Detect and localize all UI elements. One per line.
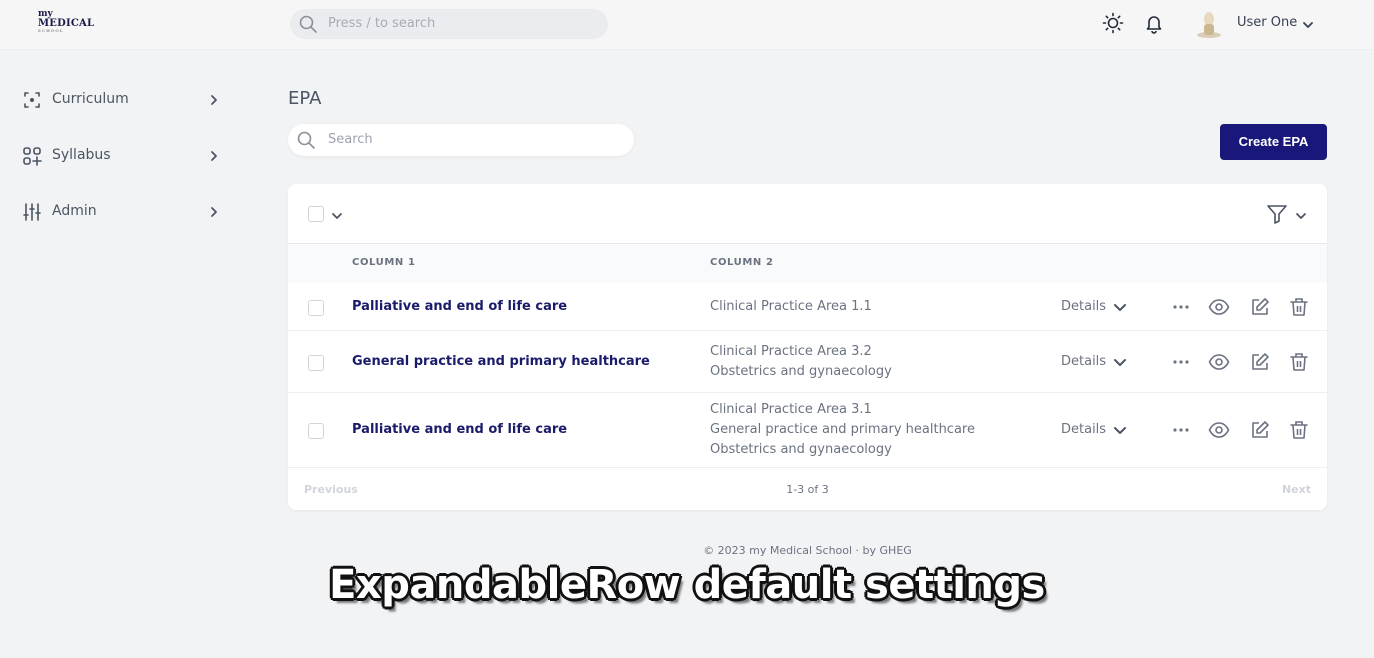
video-caption: ExpandableRow default settings	[329, 562, 1045, 608]
table-row[interactable]: Palliative and end of life care Clinical…	[288, 283, 1327, 331]
details-label: Details	[1061, 299, 1107, 314]
row-title[interactable]: Palliative and end of life care	[352, 299, 567, 314]
curriculum-icon	[22, 90, 42, 114]
details-label: Details	[1061, 354, 1107, 369]
logo-line-3: SCHOOL	[38, 28, 64, 33]
eye-icon[interactable]	[1208, 296, 1230, 322]
col2-line: Obstetrics and gynaecology	[710, 364, 892, 379]
sidebar-item-curriculum[interactable]: Curriculum	[22, 88, 222, 112]
col2-line: Clinical Practice Area 3.2	[710, 344, 872, 359]
logo[interactable]: my MEDICAL SCHOOL	[38, 10, 98, 40]
row-title[interactable]: General practice and primary healthcare	[352, 354, 650, 369]
col2-line: Clinical Practice Area 1.1	[710, 299, 872, 314]
col2-line: Clinical Practice Area 3.1	[710, 402, 872, 417]
create-epa-button[interactable]: Create EPA	[1220, 124, 1327, 160]
more-icon[interactable]	[1172, 421, 1190, 443]
bell-icon[interactable]	[1143, 12, 1165, 38]
details-toggle[interactable]: Details	[1061, 422, 1126, 437]
table-toolbar	[288, 184, 1327, 244]
row-checkbox[interactable]	[308, 355, 324, 371]
top-header: my MEDICAL SCHOOL Press / to search User…	[0, 0, 1374, 50]
more-icon[interactable]	[1172, 298, 1190, 320]
column-header[interactable]: COLUMN 1	[352, 257, 416, 268]
table-header	[288, 244, 1327, 283]
epa-table: COLUMN 1 COLUMN 2 Palliative and end of …	[288, 184, 1327, 510]
chevron-down-icon	[1114, 427, 1126, 434]
pagination-info: 1-3 of 3	[786, 483, 829, 496]
avatar[interactable]	[1196, 10, 1222, 38]
previous-button[interactable]: Previous	[304, 483, 358, 496]
syllabus-icon	[22, 146, 42, 170]
sidebar-item-label: Admin	[52, 203, 97, 219]
details-toggle[interactable]: Details	[1061, 299, 1126, 314]
next-button[interactable]: Next	[1282, 483, 1311, 496]
row-title[interactable]: Palliative and end of life care	[352, 422, 567, 437]
sidebar-item-admin[interactable]: Admin	[22, 200, 222, 224]
pagination: 1-3 of 3 Previous Next	[288, 468, 1327, 510]
global-search-input[interactable]: Press / to search	[290, 9, 608, 39]
sidebar-item-label: Curriculum	[52, 91, 129, 107]
chevron-right-icon	[208, 204, 220, 223]
table-row[interactable]: Palliative and end of life care Clinical…	[288, 393, 1327, 468]
eye-icon[interactable]	[1208, 419, 1230, 445]
edit-icon[interactable]	[1249, 351, 1271, 377]
edit-icon[interactable]	[1249, 296, 1271, 322]
col2-line: General practice and primary healthcare	[710, 422, 975, 437]
row-column-2: Clinical Practice Area 1.1	[710, 297, 872, 317]
sliders-icon	[22, 202, 42, 226]
search-input[interactable]: Search	[288, 124, 634, 156]
sidebar-item-label: Syllabus	[52, 147, 111, 163]
trash-icon[interactable]	[1288, 296, 1310, 322]
user-name[interactable]: User One	[1237, 15, 1297, 30]
search-icon	[296, 130, 316, 154]
edit-icon[interactable]	[1249, 419, 1271, 445]
search-icon	[298, 14, 318, 38]
chevron-down-icon[interactable]	[1302, 16, 1314, 35]
chevron-down-icon[interactable]	[331, 207, 343, 226]
details-toggle[interactable]: Details	[1061, 354, 1126, 369]
eye-icon[interactable]	[1208, 351, 1230, 377]
table-row[interactable]: General practice and primary healthcare …	[288, 331, 1327, 393]
filter-icon[interactable]	[1265, 202, 1289, 230]
chevron-down-icon	[1114, 359, 1126, 366]
copyright: © 2023 my Medical School · by GHEG	[703, 544, 912, 557]
details-label: Details	[1061, 422, 1107, 437]
trash-icon[interactable]	[1288, 419, 1310, 445]
chevron-down-icon[interactable]	[1295, 207, 1307, 226]
more-icon[interactable]	[1172, 353, 1190, 375]
chevron-right-icon	[208, 92, 220, 111]
col2-line: Obstetrics and gynaecology	[710, 442, 892, 457]
sidebar-item-syllabus[interactable]: Syllabus	[22, 144, 222, 168]
search-placeholder: Search	[328, 132, 373, 147]
row-checkbox[interactable]	[308, 300, 324, 316]
chevron-down-icon	[1114, 304, 1126, 311]
page-title: EPA	[288, 88, 322, 109]
sun-icon[interactable]	[1102, 12, 1124, 38]
global-search-placeholder: Press / to search	[328, 16, 436, 31]
chevron-right-icon	[208, 148, 220, 167]
row-column-2: Clinical Practice Area 3.1 General pract…	[710, 400, 975, 460]
trash-icon[interactable]	[1288, 351, 1310, 377]
select-all-checkbox[interactable]	[308, 206, 324, 222]
row-checkbox[interactable]	[308, 423, 324, 439]
column-header[interactable]: COLUMN 2	[710, 257, 774, 268]
row-column-2: Clinical Practice Area 3.2 Obstetrics an…	[710, 342, 892, 382]
